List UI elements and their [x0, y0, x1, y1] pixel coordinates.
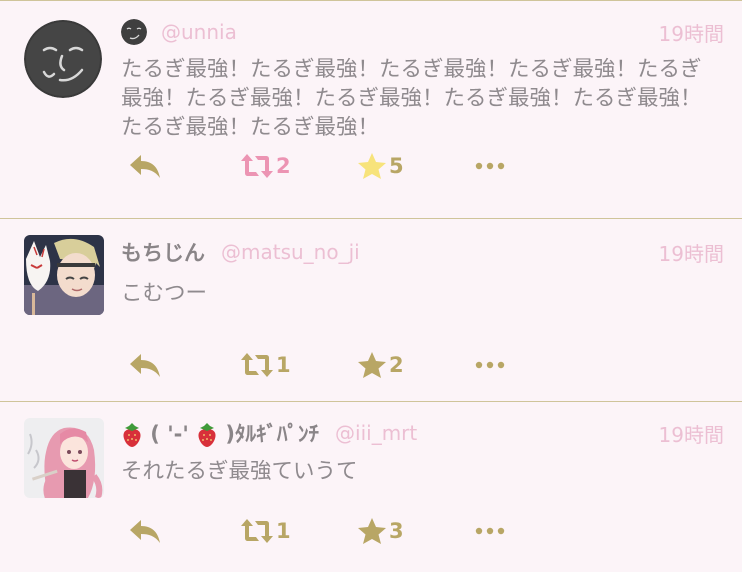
- reply-icon: [130, 354, 160, 377]
- tweet-text: それたるぎ最強ていうて: [121, 459, 358, 484]
- retweet-icon: [241, 353, 273, 377]
- retweet-count: 2: [276, 154, 291, 178]
- tweet-text: こむつー: [121, 281, 208, 306]
- reply-button[interactable]: [128, 149, 162, 183]
- more-button[interactable]: [475, 348, 505, 382]
- star-icon: [358, 352, 386, 378]
- retweet-count: 1: [276, 519, 291, 543]
- timestamp: 19時間: [658, 241, 724, 266]
- reply-button[interactable]: [128, 514, 162, 548]
- user-handle[interactable]: @iii_mrt: [335, 421, 417, 445]
- timestamp: 19時間: [658, 422, 724, 447]
- more-dots-icon: [475, 527, 505, 535]
- favorite-count: 2: [389, 353, 404, 377]
- retweet-icon: [241, 519, 273, 543]
- favorite-button[interactable]: 5: [357, 149, 404, 183]
- display-name[interactable]: ( '-' )ﾀﾙｷﾞﾊﾟﾝﾁ: [121, 418, 319, 448]
- user-handle[interactable]: @matsu_no_ji: [221, 240, 360, 264]
- tweet[interactable]: ( '-' )ﾀﾙｷﾞﾊﾟﾝﾁ @iii_mrt 19時間 それたるぎ最強ていう…: [0, 401, 742, 572]
- tweet-header: @unnia 19時間: [121, 17, 724, 47]
- retweet-button[interactable]: 2: [240, 149, 291, 183]
- reply-icon: [130, 155, 160, 178]
- avatar[interactable]: [24, 20, 102, 98]
- favorite-count: 5: [389, 154, 404, 178]
- tweet-actions: 1 2: [128, 348, 742, 382]
- display-name-suffix: )ﾀﾙｷﾞﾊﾟﾝﾁ: [218, 422, 320, 446]
- account-icon: [121, 19, 147, 45]
- more-button[interactable]: [475, 149, 505, 183]
- retweet-button[interactable]: 1: [240, 348, 291, 382]
- fox-mask-boy-avatar-icon: [24, 235, 104, 315]
- tweet-header: もちじん @matsu_no_ji 19時間: [121, 237, 724, 267]
- smiling-face-avatar-icon: [24, 20, 102, 98]
- tweet-header: ( '-' )ﾀﾙｷﾞﾊﾟﾝﾁ @iii_mrt 19時間: [121, 418, 724, 448]
- favorite-count: 3: [389, 519, 404, 543]
- tweet-actions: 1 3: [128, 514, 742, 548]
- user-handle[interactable]: @unnia: [161, 20, 237, 44]
- tweet-actions: 2 5: [128, 149, 742, 183]
- strawberry-icon: [196, 423, 218, 447]
- more-dots-icon: [475, 162, 505, 170]
- more-button[interactable]: [475, 514, 505, 548]
- retweet-icon: [241, 154, 273, 178]
- display-name[interactable]: もちじん: [121, 237, 205, 267]
- retweet-button[interactable]: 1: [240, 514, 291, 548]
- star-icon: [358, 153, 386, 179]
- timestamp: 19時間: [658, 21, 724, 46]
- avatar[interactable]: [24, 235, 104, 315]
- reply-button[interactable]: [128, 348, 162, 382]
- avatar[interactable]: [24, 418, 104, 498]
- tweet[interactable]: もちじん @matsu_no_ji 19時間 こむつー 1 2: [0, 218, 742, 401]
- retweet-count: 1: [276, 353, 291, 377]
- tweet-text: たるぎ最強！たるぎ最強！たるぎ最強！たるぎ最強！たるぎ最強！たるぎ最強！たるぎ最…: [121, 57, 702, 140]
- favorite-button[interactable]: 2: [357, 348, 404, 382]
- favorite-button[interactable]: 3: [357, 514, 404, 548]
- more-dots-icon: [475, 361, 505, 369]
- star-icon: [358, 518, 386, 544]
- reply-icon: [130, 520, 160, 543]
- pink-hair-girl-avatar-icon: [24, 418, 104, 498]
- strawberry-icon: [121, 423, 143, 447]
- timeline: @unnia 19時間 たるぎ最強！たるぎ最強！たるぎ最強！たるぎ最強！たるぎ最…: [0, 0, 742, 572]
- display-name-face: ( '-': [143, 422, 197, 446]
- tweet[interactable]: @unnia 19時間 たるぎ最強！たるぎ最強！たるぎ最強！たるぎ最強！たるぎ最…: [0, 0, 742, 218]
